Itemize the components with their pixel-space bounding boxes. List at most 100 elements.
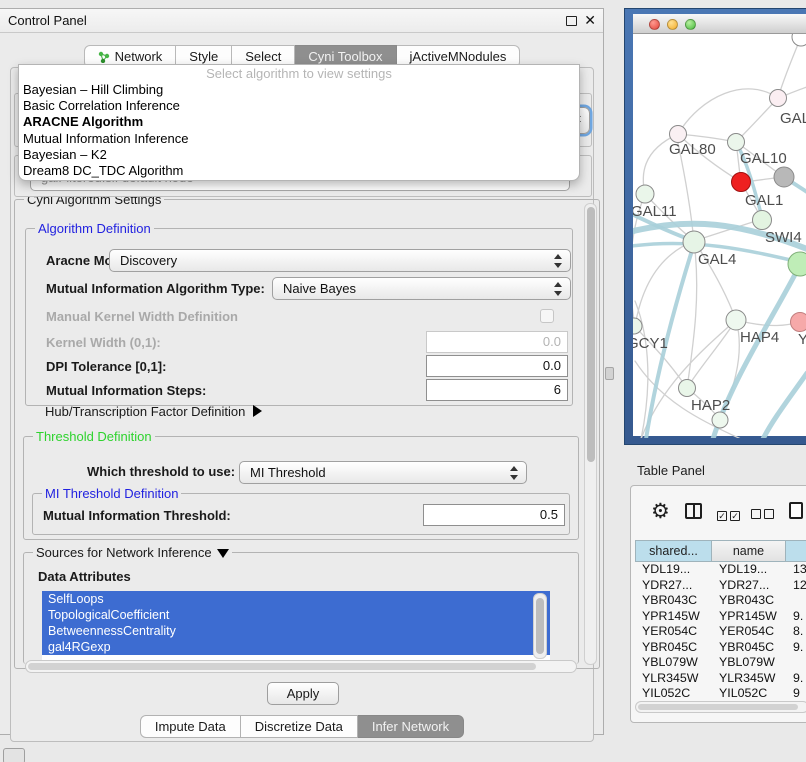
- table-panel-window: ⚙ ✓✓ shared...nameA YDL19...YDL19...13YD…: [630, 485, 806, 723]
- node-gal80[interactable]: [670, 126, 687, 143]
- which-threshold-combobox[interactable]: MI Threshold: [239, 461, 527, 484]
- table-cell: YDL19...: [712, 562, 786, 578]
- network-view-window[interactable]: GAL7GAL80GAL10GAL1GAL11SWI4GAL4GCY1HAP4Y…: [624, 8, 806, 445]
- dpi-tolerance-label: DPI Tolerance [0,1]:: [46, 359, 166, 374]
- table-row[interactable]: YER054CYER054C8.: [635, 624, 806, 640]
- hub-definition-toggle[interactable]: Hub/Transcription Factor Definition: [45, 404, 262, 419]
- algorithm-option-bayesian-k2[interactable]: Bayesian – K2: [19, 147, 579, 163]
- algorithm-option-aracne-algorithm[interactable]: ARACNE Algorithm: [19, 114, 579, 130]
- network-canvas[interactable]: GAL7GAL80GAL10GAL1GAL11SWI4GAL4GCY1HAP4Y…: [633, 34, 806, 436]
- attribute-item-betweennesscentrality[interactable]: BetweennessCentrality: [42, 623, 550, 639]
- manual-kernel-checkbox[interactable]: [540, 309, 554, 323]
- deselect-columns-icon[interactable]: [751, 506, 777, 524]
- tab-infer-network[interactable]: Infer Network: [358, 715, 464, 738]
- cyni-algorithm-settings-group: Cyni Algorithm Settings Algorithm Defini…: [14, 199, 600, 669]
- attribute-item-selfloops[interactable]: SelfLoops: [42, 591, 550, 607]
- attributes-list-scrollbar[interactable]: [533, 593, 547, 659]
- settings-horizontal-scrollbar[interactable]: [25, 660, 577, 673]
- network-icon: [98, 51, 110, 63]
- network-window-titlebar[interactable]: [633, 14, 806, 34]
- node-label-gal4: GAL4: [698, 251, 736, 268]
- table-row[interactable]: YIL052CYIL052C9: [635, 686, 806, 702]
- attribute-item-gal4rgexp[interactable]: gal4RGexp: [42, 639, 550, 655]
- algorithm-option-basic-correlation-inference[interactable]: Basic Correlation Inference: [19, 98, 579, 114]
- close-traffic-light-icon[interactable]: [649, 19, 660, 30]
- gray-edge[interactable]: [635, 241, 694, 326]
- select-columns-icon[interactable]: ✓✓: [717, 506, 743, 524]
- gray-edge[interactable]: [736, 98, 778, 142]
- table-cell: 9.: [786, 609, 806, 625]
- node-unlabeled[interactable]: [774, 167, 794, 187]
- export-table-icon[interactable]: [789, 502, 803, 519]
- node-gal10[interactable]: [728, 134, 745, 151]
- node-label-hap2: HAP2: [691, 397, 730, 414]
- mi-threshold-input[interactable]: 0.5: [423, 504, 565, 526]
- aracne-mode-combobox[interactable]: Discovery: [109, 249, 571, 272]
- close-icon[interactable]: ✕: [584, 12, 596, 29]
- column-header-name[interactable]: name: [712, 540, 786, 562]
- attributes-list-scrollbar-thumb[interactable]: [536, 598, 544, 654]
- settings-horizontal-scrollbar-thumb[interactable]: [28, 663, 536, 670]
- which-threshold-value: MI Threshold: [250, 465, 326, 480]
- table-row[interactable]: YBR045CYBR045C9.: [635, 640, 806, 656]
- attribute-item-topologicalcoefficient[interactable]: TopologicalCoefficient: [42, 607, 550, 623]
- node-hap2[interactable]: [679, 380, 696, 397]
- table-row[interactable]: YBR043CYBR043C: [635, 593, 806, 609]
- mi-steps-input[interactable]: 6: [426, 379, 568, 401]
- sources-title-label: Sources for Network Inference: [36, 545, 212, 560]
- dpi-tolerance-input[interactable]: 0.0: [426, 355, 568, 377]
- cyni-bottom-tabs: Impute DataDiscretize DataInfer Network: [0, 715, 604, 738]
- algorithm-option-bayesian-hill-climbing[interactable]: Bayesian – Hill Climbing: [19, 82, 579, 98]
- node-label-gcy1: GCY1: [633, 335, 668, 352]
- table-row[interactable]: YBL079WYBL079W: [635, 655, 806, 671]
- algorithm-dropdown-list: Bayesian – Hill ClimbingBasic Correlatio…: [19, 82, 579, 179]
- gray-edge[interactable]: [678, 89, 778, 134]
- data-attributes-list[interactable]: SelfLoopsTopologicalCoefficientBetweenne…: [42, 591, 550, 661]
- node-unlabeled[interactable]: [712, 412, 728, 428]
- algorithm-option-mutual-information-inference[interactable]: Mutual Information Inference: [19, 131, 579, 147]
- table-row[interactable]: YPR145WYPR145W9.: [635, 609, 806, 625]
- table-row[interactable]: YDR27...YDR27...12: [635, 578, 806, 594]
- panel-collapse-handle[interactable]: [605, 367, 614, 380]
- algorithm-dropdown-prompt: Select algorithm to view settings: [19, 65, 579, 82]
- node-gal11[interactable]: [636, 185, 654, 203]
- expand-arrow-icon: [253, 405, 262, 417]
- combo-spinner-icon: [510, 466, 519, 480]
- tool-panel-toggle-button[interactable]: [3, 748, 25, 762]
- node-unlabeled[interactable]: [792, 34, 806, 46]
- node-gal7[interactable]: [770, 90, 787, 107]
- node-y[interactable]: [791, 313, 806, 332]
- gear-icon[interactable]: ⚙: [651, 499, 670, 524]
- apply-button[interactable]: Apply: [267, 682, 339, 705]
- node-swi4[interactable]: [753, 211, 772, 230]
- teal-edge[interactable]: [763, 373, 806, 438]
- node-unlabeled[interactable]: [788, 252, 806, 276]
- gray-edge[interactable]: [778, 37, 801, 98]
- node-gal1[interactable]: [732, 173, 751, 192]
- mi-type-label: Mutual Information Algorithm Type:: [46, 281, 265, 296]
- node-gcy1[interactable]: [633, 318, 642, 334]
- node-gal4[interactable]: [683, 231, 705, 253]
- table-horizontal-scrollbar-thumb[interactable]: [638, 704, 798, 710]
- settings-vertical-scrollbar-thumb[interactable]: [587, 207, 595, 462]
- algorithm-option-dream8-dc-tdc-algorithm[interactable]: Dream8 DC_TDC Algorithm: [19, 163, 579, 179]
- tab-impute-data[interactable]: Impute Data: [140, 715, 241, 738]
- float-window-icon[interactable]: [566, 16, 577, 26]
- settings-vertical-scrollbar[interactable]: [584, 203, 597, 665]
- column-header-shared[interactable]: shared...: [635, 540, 712, 562]
- node-label-y: Y: [798, 331, 806, 348]
- column-header-a[interactable]: A: [786, 540, 806, 562]
- collapse-arrow-icon: [217, 549, 229, 558]
- table-row[interactable]: YDL19...YDL19...13: [635, 562, 806, 578]
- node-label-gal80: GAL80: [669, 141, 716, 158]
- threshold-definition-group: Threshold Definition Which threshold to …: [23, 436, 579, 540]
- tab-discretize-data[interactable]: Discretize Data: [241, 715, 358, 738]
- table-horizontal-scrollbar[interactable]: [635, 701, 806, 713]
- table-row[interactable]: YLR345WYLR345W9.: [635, 671, 806, 687]
- node-hap4[interactable]: [726, 310, 746, 330]
- minimize-traffic-light-icon[interactable]: [667, 19, 678, 30]
- sources-title[interactable]: Sources for Network Inference: [33, 545, 232, 560]
- columns-icon[interactable]: [685, 503, 702, 519]
- mi-type-combobox[interactable]: Naive Bayes: [272, 277, 571, 300]
- maximize-traffic-light-icon[interactable]: [685, 19, 696, 30]
